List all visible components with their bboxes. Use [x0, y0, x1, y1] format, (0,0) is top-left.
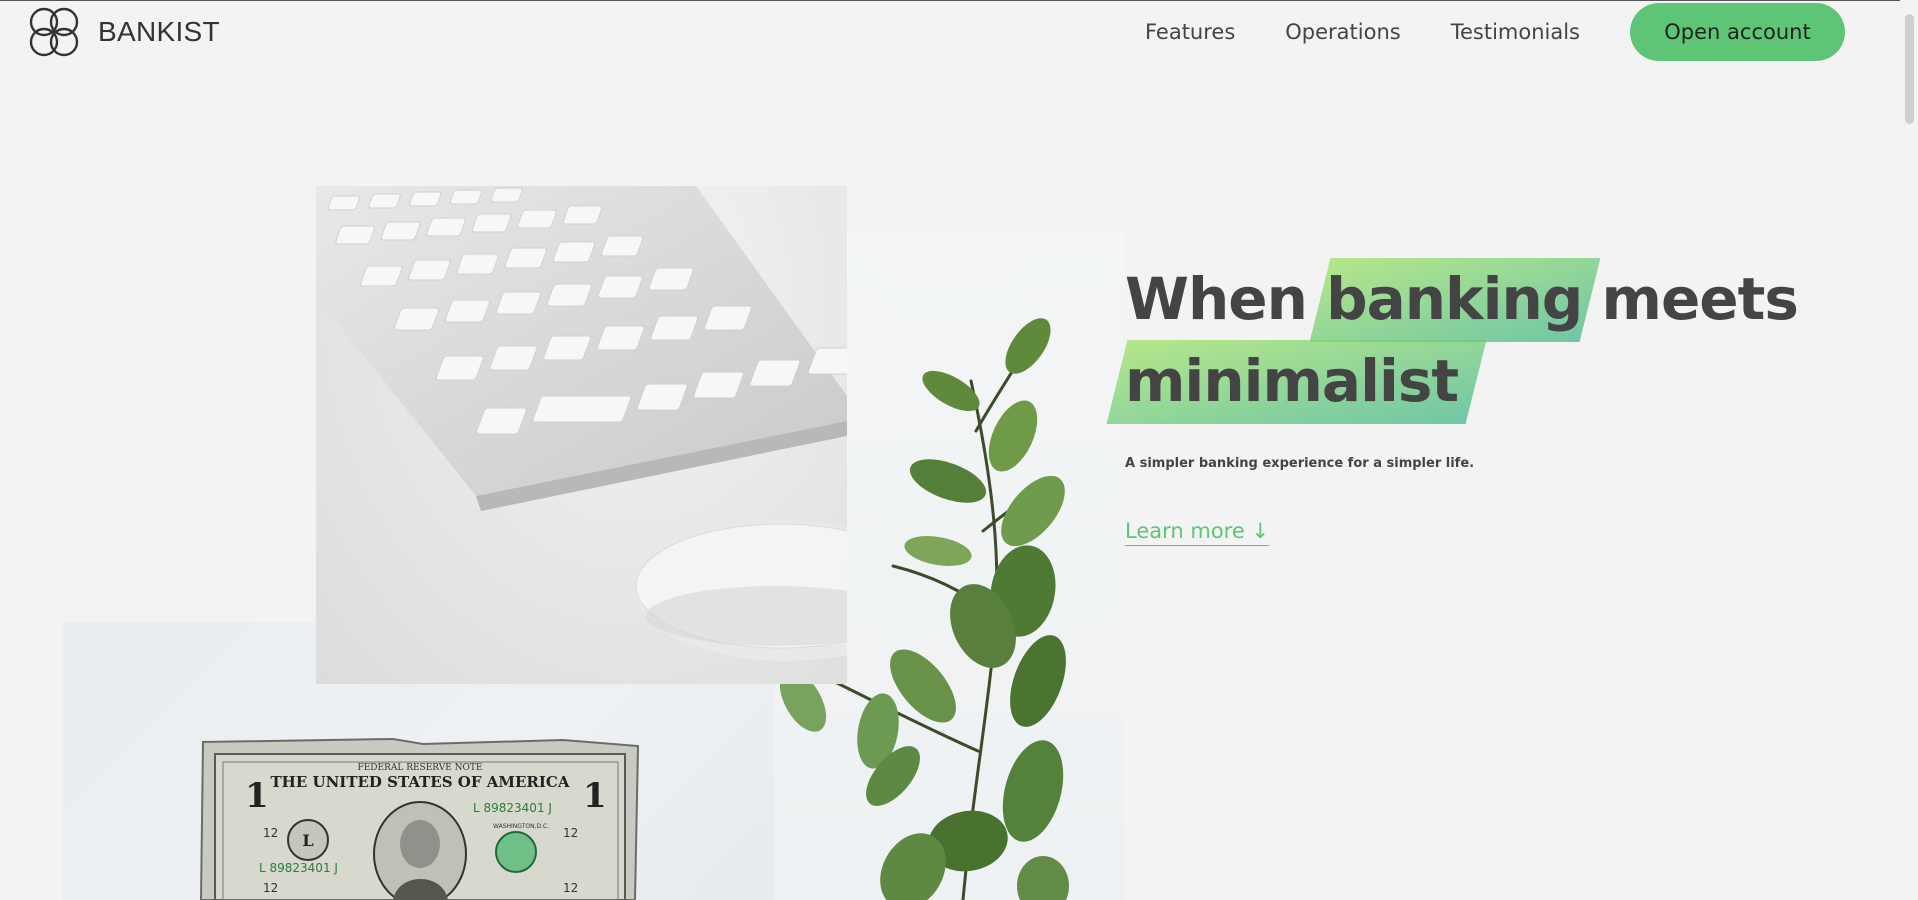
- nav-link-operations[interactable]: Operations: [1285, 3, 1400, 61]
- logo[interactable]: BANKIST: [24, 2, 220, 62]
- svg-text:12: 12: [263, 826, 278, 840]
- keyboard-mouse-illustration: [316, 186, 847, 661]
- hero-title-word-when: When: [1125, 265, 1308, 333]
- brand-name: BANKIST: [98, 16, 220, 47]
- svg-text:THE UNITED STATES OF AMERICA: THE UNITED STATES OF AMERICA: [271, 773, 570, 791]
- svg-text:1: 1: [583, 776, 607, 816]
- svg-text:L 89823401 J: L 89823401 J: [473, 801, 552, 815]
- svg-text:12: 12: [263, 881, 278, 895]
- svg-text:L: L: [302, 831, 313, 850]
- svg-text:WASHINGTON,D.C.: WASHINGTON,D.C.: [493, 823, 549, 830]
- nav-link-testimonials[interactable]: Testimonials: [1451, 3, 1580, 61]
- page: BANKIST Features Operations Testimonials…: [0, 0, 1918, 900]
- scrollbar-thumb[interactable]: [1905, 14, 1914, 124]
- keyboard-mouse-image: [316, 186, 847, 684]
- navigation-bar: BANKIST Features Operations Testimonials…: [0, 0, 1918, 64]
- hero-title-highlight-minimalist: minimalist: [1125, 340, 1459, 422]
- scrollbar[interactable]: [1900, 0, 1918, 900]
- learn-more-link[interactable]: Learn more ↓: [1125, 519, 1270, 546]
- svg-text:12: 12: [563, 826, 578, 840]
- four-circle-logo-icon: [29, 7, 79, 57]
- open-account-button[interactable]: Open account: [1630, 3, 1845, 61]
- svg-text:12: 12: [563, 881, 578, 895]
- nav-links: Features Operations Testimonials Open ac…: [1145, 3, 1845, 61]
- svg-text:1: 1: [245, 776, 269, 816]
- hero-text: When banking meets minimalist A simpler …: [1125, 258, 1799, 546]
- hero-title-highlight-banking: banking: [1326, 258, 1583, 340]
- hero-title-word-meets: meets: [1601, 265, 1799, 333]
- hero-title: When banking meets minimalist: [1125, 258, 1799, 422]
- nav-link-features[interactable]: Features: [1145, 3, 1235, 61]
- svg-text:FEDERAL RESERVE NOTE: FEDERAL RESERVE NOTE: [357, 763, 482, 773]
- svg-text:L 89823401 J: L 89823401 J: [259, 861, 338, 875]
- hero-subtitle: A simpler banking experience for a simpl…: [1125, 456, 1475, 471]
